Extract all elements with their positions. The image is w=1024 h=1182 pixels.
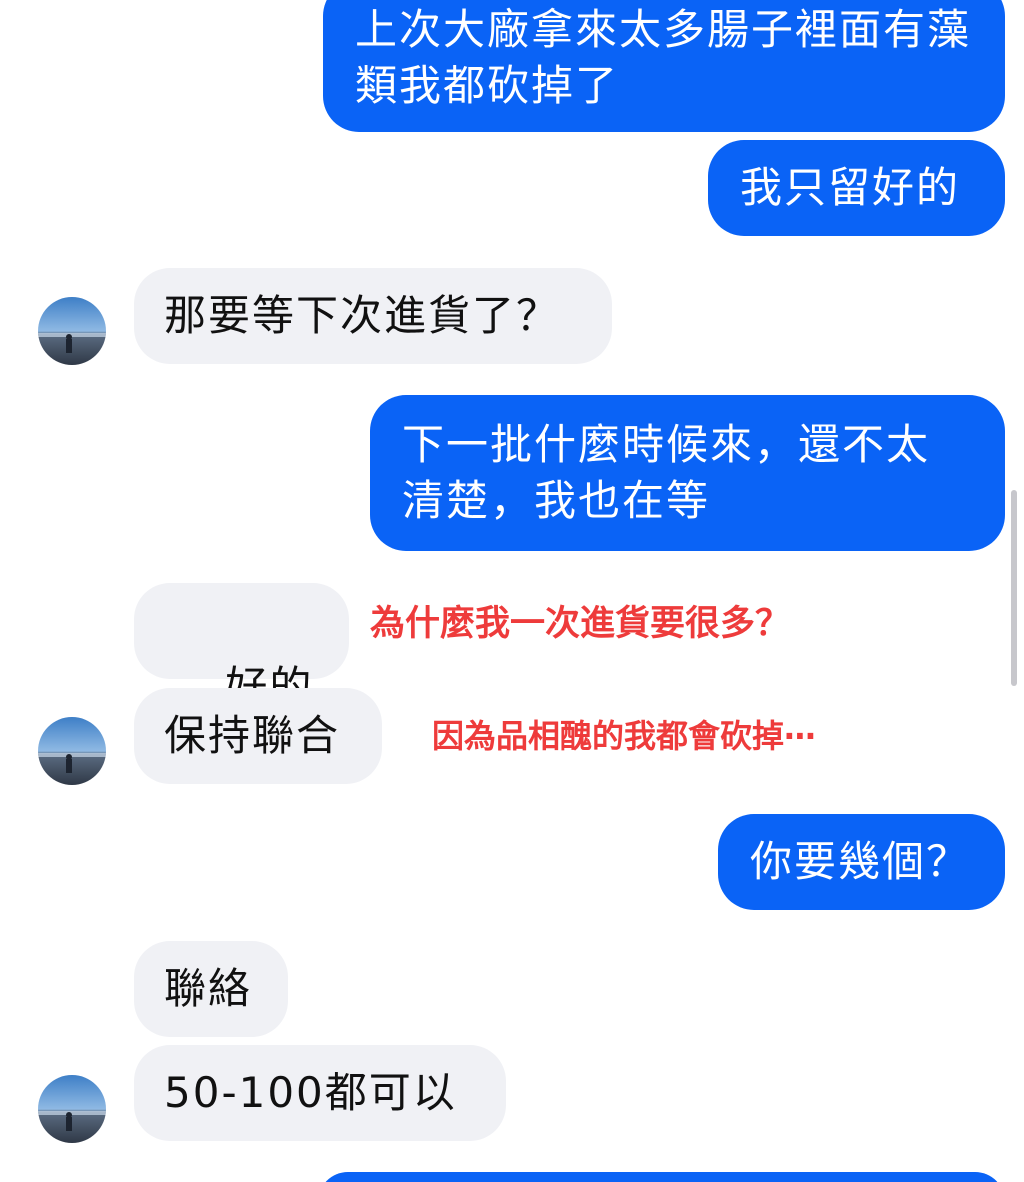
outgoing-message[interactable]: 我只留好的: [708, 140, 1005, 236]
scrollbar[interactable]: [1011, 490, 1017, 686]
incoming-message[interactable]: 50-100都可以: [134, 1045, 506, 1141]
red-annotation: 為什麼我一次進貨要很多？: [370, 604, 791, 644]
contact-avatar[interactable]: [38, 297, 106, 365]
outgoing-message[interactable]: 上次大廠拿來太多腸子裡面有藻類我都砍掉了: [323, 0, 1005, 132]
outgoing-message[interactable]: 下一批什麼時候來，還不太清楚，我也在等: [370, 395, 1005, 551]
incoming-message[interactable]: 聯絡: [134, 941, 288, 1037]
contact-avatar[interactable]: [38, 717, 106, 785]
incoming-message[interactable]: 保持聯合: [134, 688, 382, 784]
avatar-photo-icon: [38, 1075, 106, 1143]
avatar-photo-icon: [38, 297, 106, 365]
avatar-photo-icon: [38, 717, 106, 785]
incoming-message[interactable]: 那要等下次進貨了？: [134, 268, 612, 364]
outgoing-message-partial[interactable]: [318, 1172, 1005, 1182]
incoming-message[interactable]: 好的👌: [134, 583, 349, 767]
conversation-view[interactable]: 上次大廠拿來太多腸子裡面有藻類我都砍掉了 我只留好的 那要等下次進貨了？ 下一批…: [0, 0, 1024, 1182]
contact-avatar[interactable]: [38, 1075, 106, 1143]
outgoing-message[interactable]: 你要幾個？: [718, 814, 1005, 910]
red-annotation: 因為品相醜的我都會砍掉⋯: [432, 717, 817, 755]
